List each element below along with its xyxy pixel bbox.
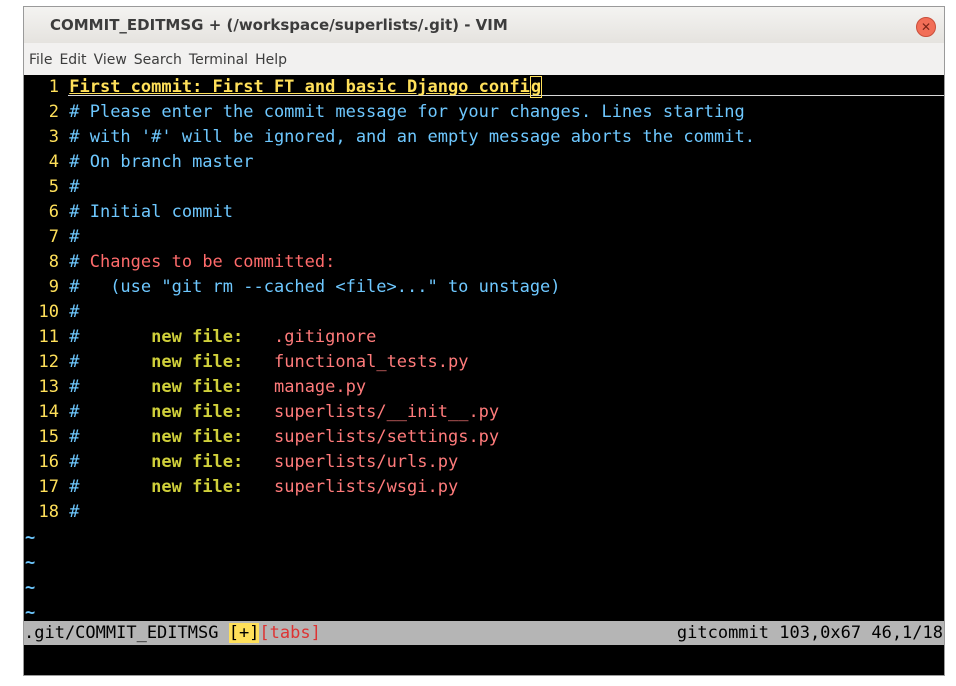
line-number: 12 <box>38 352 59 372</box>
menu-file[interactable]: File <box>24 52 54 68</box>
menu-view[interactable]: View <box>89 52 129 68</box>
editor-line-11: 11 # new file: .gitignore <box>24 325 377 350</box>
line-number: 9 <box>48 277 59 297</box>
comment-text: # On branch master <box>69 152 254 172</box>
editor-line-16: 16 # new file: superlists/urls.py <box>24 450 459 475</box>
editor-line-10: 10 # <box>24 300 80 325</box>
status-position: gitcommit 103,0x67 46,1/18 <box>676 623 943 643</box>
commit-subject: First commit: First FT and basic Django … <box>69 77 530 97</box>
comment-prefix: # <box>69 477 152 497</box>
comment-prefix: # <box>69 452 152 472</box>
comment-prefix: # <box>69 402 152 422</box>
comment-text: # <box>69 302 80 322</box>
comment-text: # <box>69 177 80 197</box>
line-number: 16 <box>38 452 59 472</box>
line-number: 15 <box>38 427 59 447</box>
menu-terminal[interactable]: Terminal <box>184 52 250 68</box>
new-file-label: new file: <box>151 352 244 372</box>
line-number: 11 <box>38 327 59 347</box>
title-bar[interactable]: COMMIT_EDITMSG + (/workspace/superlists/… <box>24 7 944 43</box>
editor-line-17: 17 # new file: superlists/wsgi.py <box>24 475 459 500</box>
menu-edit[interactable]: Edit <box>54 52 88 68</box>
editor-line-6: 6 # Initial commit <box>24 200 233 225</box>
empty-line-tilde: ~ <box>25 528 36 548</box>
empty-line-tilde: ~ <box>25 578 36 598</box>
line-number: 7 <box>48 227 59 247</box>
new-file-label: new file: <box>151 477 244 497</box>
new-file-label: new file: <box>151 427 244 447</box>
editor-line-1: 1 First commit: First FT and basic Djang… <box>24 75 543 100</box>
new-file-label: new file: <box>151 327 244 347</box>
editor-line-9: 9 # (use "git rm --cached <file>..." to … <box>24 275 561 300</box>
line-number: 17 <box>38 477 59 497</box>
comment-text: # Please enter the commit message for yo… <box>69 102 745 122</box>
tabs-indicator: [tabs] <box>259 623 321 643</box>
file-name: manage.py <box>273 377 367 397</box>
close-icon[interactable]: ✕ <box>916 17 936 37</box>
file-name: superlists/__init__.py <box>273 402 500 422</box>
new-file-label: new file: <box>151 377 244 397</box>
menu-search[interactable]: Search <box>129 52 184 68</box>
line-number: 5 <box>48 177 59 197</box>
line-number: 3 <box>48 127 59 147</box>
comment-prefix: # <box>69 327 152 347</box>
editor-line-12: 12 # new file: functional_tests.py <box>24 350 469 375</box>
file-name: functional_tests.py <box>273 352 469 372</box>
status-line: .git/COMMIT_EDITMSG [+][tabs] gitcommit 1… <box>24 621 944 645</box>
comment-prefix: # <box>69 377 152 397</box>
window-title: COMMIT_EDITMSG + (/workspace/superlists/… <box>50 16 508 34</box>
editor-line-13: 13 # new file: manage.py <box>24 375 367 400</box>
line-number: 14 <box>38 402 59 422</box>
line-number: 4 <box>48 152 59 172</box>
comment-text: # <box>69 502 80 522</box>
new-file-label: new file: <box>151 402 244 422</box>
comment-prefix: # <box>69 427 152 447</box>
line-number: 18 <box>38 502 59 522</box>
changes-heading: Changes to be committed: <box>89 252 336 272</box>
editor-line-4: 4 # On branch master <box>24 150 254 175</box>
comment-prefix: # <box>69 352 152 372</box>
editor-line-18: 18 # <box>24 500 80 525</box>
editor-line-5: 5 # <box>24 175 80 200</box>
editor-line-7: 7 # <box>24 225 80 250</box>
editor-line-3: 3 # with '#' will be ignored, and an emp… <box>24 125 755 150</box>
text-cursor: g <box>529 76 543 98</box>
new-file-label: new file: <box>151 452 244 472</box>
modified-flag: [+] <box>228 623 260 643</box>
editor-line-2: 2 # Please enter the commit message for … <box>24 100 745 125</box>
menu-bar: File Edit View Search Terminal Help <box>24 43 944 76</box>
comment-text: # with '#' will be ignored, and an empty… <box>69 127 755 147</box>
comment-text: # <box>69 227 80 247</box>
file-name: superlists/settings.py <box>273 427 500 447</box>
empty-line-tilde: ~ <box>25 553 36 573</box>
line-number: 8 <box>48 252 59 272</box>
line-number: 6 <box>48 202 59 222</box>
editor-area[interactable]: 1 First commit: First FT and basic Djang… <box>24 75 944 675</box>
file-name: superlists/urls.py <box>273 452 459 472</box>
file-name: .gitignore <box>273 327 377 347</box>
editor-line-8: 8 # Changes to be committed: <box>24 250 336 275</box>
line-number: 10 <box>38 302 59 322</box>
editor-line-15: 15 # new file: superlists/settings.py <box>24 425 500 450</box>
status-file: .git/COMMIT_EDITMSG <box>24 623 229 643</box>
menu-help[interactable]: Help <box>250 52 289 68</box>
editor-line-14: 14 # new file: superlists/__init__.py <box>24 400 500 425</box>
line-number: 1 <box>48 77 59 97</box>
file-name: superlists/wsgi.py <box>273 477 459 497</box>
comment-text: # (use "git rm --cached <file>..." to un… <box>69 277 561 297</box>
line-number: 2 <box>48 102 59 122</box>
line-number: 13 <box>38 377 59 397</box>
vim-window: COMMIT_EDITMSG + (/workspace/superlists/… <box>23 6 945 676</box>
comment-text: # Initial commit <box>69 202 234 222</box>
comment-prefix: # <box>69 252 90 272</box>
